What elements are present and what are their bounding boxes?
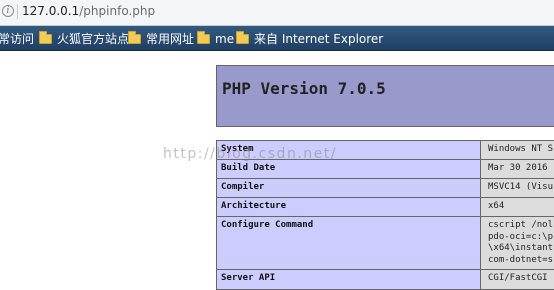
site-info-icon[interactable]: i	[2, 5, 14, 17]
row-key-cell: Build Date	[217, 160, 481, 178]
row-key: Architecture	[221, 201, 287, 211]
folder-icon	[39, 30, 52, 44]
bookmark-label: me	[215, 31, 235, 46]
row-value-cell: Windows NT S	[481, 141, 554, 159]
table-row: Server API CGI/FastCGI	[216, 270, 554, 290]
url-input[interactable]: 127.0.0.1/phpinfo.php	[22, 4, 155, 18]
row-value: x64	[488, 201, 505, 211]
folder-icon	[197, 30, 210, 44]
bookmark-firefox-official[interactable]: 火狐官方站点	[39, 26, 129, 51]
table-row: Compiler MSVC14 (Visu	[216, 179, 554, 198]
bookmark-me[interactable]: me	[197, 26, 234, 51]
row-key-cell: Server API	[217, 270, 481, 289]
address-separator	[17, 4, 18, 19]
bookmark-common-sites[interactable]: 常用网址	[128, 26, 194, 51]
table-row: Architecture x64	[216, 198, 554, 217]
row-value-cell: x64	[481, 198, 554, 216]
row-value: cscript /nol pdo-oci=c:\p \x64\instant c…	[488, 220, 554, 265]
bookmark-label: 来自 Internet Explorer	[254, 32, 384, 46]
blog-watermark: http://blog.csdn.net/	[163, 146, 337, 162]
row-value: Windows NT S	[488, 144, 554, 154]
url-host: 127.0.0.1	[22, 4, 80, 18]
row-key: Build Date	[221, 163, 276, 173]
table-row: Build Date Mar 30 2016	[216, 160, 554, 179]
address-bar: i 127.0.0.1/phpinfo.php	[0, 0, 554, 26]
row-value-cell: MSVC14 (Visu	[481, 179, 554, 197]
row-value-cell: Mar 30 2016	[481, 160, 554, 178]
row-key: Compiler	[221, 182, 265, 192]
row-value-cell: CGI/FastCGI	[481, 270, 554, 289]
row-key-cell: Compiler	[217, 179, 481, 197]
page-title: PHP Version 7.0.5	[222, 79, 386, 98]
row-value: MSVC14 (Visu	[488, 182, 554, 192]
row-key-cell: Architecture	[217, 198, 481, 216]
bookmark-most-visited[interactable]: 常访问	[0, 26, 34, 51]
bookmark-from-ie[interactable]: 来自 Internet Explorer	[236, 26, 383, 51]
url-path: /phpinfo.php	[79, 4, 156, 18]
folder-icon	[128, 30, 141, 44]
bookmark-label: 常用网址	[146, 32, 195, 46]
row-value: CGI/FastCGI	[488, 273, 548, 283]
table-row: Configure Command cscript /nol pdo-oci=c…	[216, 217, 554, 270]
folder-icon	[236, 30, 249, 44]
row-value: Mar 30 2016	[488, 163, 548, 173]
bookmark-label: 火狐官方站点	[57, 32, 130, 46]
row-key: Server API	[221, 273, 276, 283]
bookmark-label: 常访问	[0, 32, 35, 46]
bookmarks-toolbar: 常访问 火狐官方站点 常用网址 me 来自 Internet Explorer	[0, 26, 554, 51]
phpinfo-table: System Windows NT S Build Date Mar 30 20…	[216, 140, 554, 290]
row-key: Configure Command	[221, 220, 314, 230]
row-key-cell: Configure Command	[217, 217, 481, 269]
php-version-header: PHP Version 7.0.5	[216, 65, 554, 127]
row-value-cell: cscript /nol pdo-oci=c:\p \x64\instant c…	[481, 217, 554, 269]
